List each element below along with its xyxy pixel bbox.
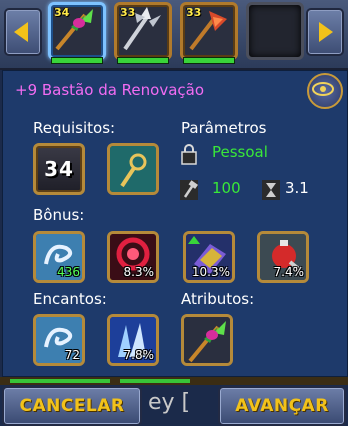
required-level-box: 34 [33, 143, 85, 195]
bonus-health-regen[interactable]: 7.4% [257, 231, 309, 283]
green-gem-staff-icon [184, 317, 230, 363]
bottom-progress-strip [0, 377, 348, 385]
enchant-ice[interactable]: 7.8% [107, 314, 159, 366]
durability-hammer-icon [180, 180, 198, 200]
bonus-heal-power[interactable]: 436 [33, 231, 85, 283]
weight-value: 3.1 [285, 179, 309, 197]
bonus-label: Bônus: [33, 206, 85, 224]
slot-level: 33 [120, 6, 136, 19]
bonus-value: 436 [57, 265, 80, 279]
next-button[interactable]: AVANÇAR [218, 386, 346, 426]
item-selector-bar: 34 33 33 [0, 0, 348, 70]
attributes-label: Atributos: [181, 290, 255, 308]
arrow-right-icon [319, 22, 333, 42]
durability-value: 100 [212, 179, 241, 197]
bonus-value: 7.4% [273, 265, 305, 279]
slot-2-progress [117, 57, 169, 64]
slot-1-progress [51, 57, 103, 64]
background-partial-text: ey [ [148, 390, 191, 415]
bonus-crit-chance[interactable]: 8.3% [107, 231, 159, 283]
previous-item-button[interactable] [4, 8, 42, 56]
attribute-item[interactable] [181, 314, 233, 366]
required-class-box [107, 143, 159, 195]
next-item-button[interactable] [306, 8, 344, 56]
slot-3-progress [183, 57, 235, 64]
binding-value: Pessoal [212, 143, 268, 161]
requirements-label: Requisitos: [33, 119, 116, 137]
item-slot-1[interactable]: 34 [48, 2, 106, 60]
bonus-value: 10.3% [191, 265, 230, 279]
arrow-left-icon [14, 22, 28, 42]
item-slot-2[interactable]: 33 [114, 2, 172, 60]
slot-level: 33 [186, 6, 202, 19]
required-level: 34 [44, 157, 74, 181]
enchants-label: Encantos: [33, 290, 107, 308]
weight-hourglass-icon [262, 180, 280, 200]
parameters-label: Parâmetros [181, 119, 267, 137]
item-slot-3[interactable]: 33 [180, 2, 238, 60]
bonus-magic-power[interactable]: 10.3% [183, 231, 235, 283]
item-details-panel: +9 Bastão da Renovação Requisitos: 34 Pa… [2, 70, 348, 377]
view-item-button[interactable] [307, 73, 343, 109]
enchant-heal-power[interactable]: 72 [33, 314, 85, 366]
enchant-value: 72 [64, 348, 80, 362]
enchant-value: 7.8% [123, 348, 155, 362]
eye-icon [312, 82, 334, 96]
item-slot-4-empty[interactable] [246, 2, 304, 60]
slot-level: 34 [54, 6, 70, 19]
lock-icon [181, 144, 197, 165]
healer-class-icon [110, 146, 156, 192]
item-title: +9 Bastão da Renovação [15, 81, 205, 99]
bonus-value: 8.3% [123, 265, 155, 279]
cancel-button[interactable]: CANCELAR [2, 386, 142, 426]
